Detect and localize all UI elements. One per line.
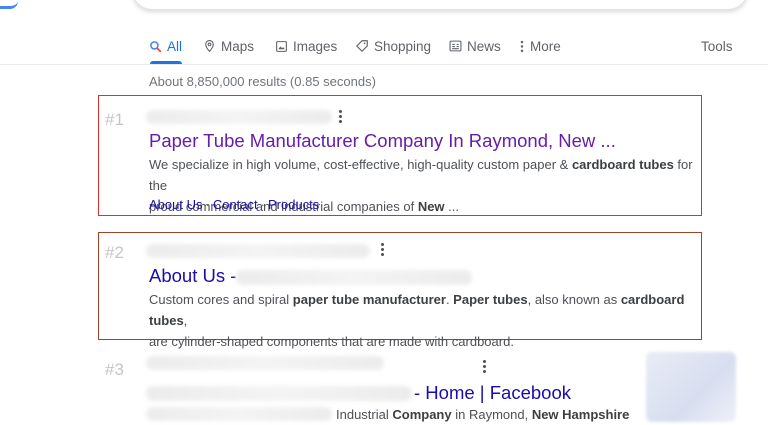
sitelink-separator: · xyxy=(260,197,265,212)
result-title-3[interactable]: - Home | Facebook xyxy=(414,382,571,404)
tab-shopping[interactable]: Shopping xyxy=(355,36,431,56)
snippet-line: Industrial Company in Raymond, New Hamps… xyxy=(336,407,630,422)
blurred-url xyxy=(146,244,370,258)
tab-label: News xyxy=(467,38,501,54)
tab-more[interactable]: More xyxy=(519,36,561,56)
sitelink-products[interactable]: Products xyxy=(268,197,319,212)
sitelinks: About Us · Contact · Products xyxy=(149,197,319,212)
tools-label: Tools xyxy=(701,38,733,54)
blurred-url xyxy=(146,356,384,370)
more-options-icon[interactable] xyxy=(381,243,385,257)
sitelink-about-us[interactable]: About Us xyxy=(149,197,202,212)
search-tabs: All Maps Images Shopping News More Tools xyxy=(0,30,768,64)
result-snippet-2: Custom cores and spiral paper tube manuf… xyxy=(149,289,697,352)
result-thumbnail[interactable] xyxy=(646,352,736,422)
blurred-snippet-text xyxy=(146,407,332,421)
snippet-line: Custom cores and spiral paper tube manuf… xyxy=(149,292,685,328)
sitelink-contact[interactable]: Contact xyxy=(213,197,258,212)
tabs-divider xyxy=(0,64,768,65)
google-logo-fragment[interactable] xyxy=(0,0,18,9)
rank-label: #1 xyxy=(105,110,124,129)
tab-label: All xyxy=(167,38,183,54)
tab-label: Images xyxy=(293,38,338,54)
blurred-title-text xyxy=(236,270,472,285)
tab-label: Shopping xyxy=(374,38,432,54)
result-title-2[interactable]: About Us - xyxy=(149,265,236,287)
tab-images[interactable]: Images xyxy=(275,36,337,56)
result-stats: About 8,850,000 results (0.85 seconds) xyxy=(149,74,376,89)
more-vert-icon xyxy=(519,40,525,53)
search-bar[interactable] xyxy=(132,0,748,10)
tab-news[interactable]: News xyxy=(449,36,501,56)
snippet-line: are cylinder-shaped components that are … xyxy=(149,334,514,349)
more-options-icon[interactable] xyxy=(483,360,487,374)
blurred-title-text xyxy=(146,386,412,401)
blurred-url xyxy=(146,110,332,124)
rank-label: #2 xyxy=(105,243,124,262)
news-icon xyxy=(449,40,462,52)
result-title-1[interactable]: Paper Tube Manufacturer Company In Raymo… xyxy=(149,130,616,152)
tab-maps[interactable]: Maps xyxy=(203,36,254,56)
more-options-icon[interactable] xyxy=(339,110,343,124)
result-snippet-3: Industrial Company in Raymond, New Hamps… xyxy=(336,404,636,425)
search-icon xyxy=(149,40,162,53)
snippet-line: We specialize in high volume, cost-effec… xyxy=(149,157,693,193)
tools-button[interactable]: Tools xyxy=(701,36,733,56)
image-icon xyxy=(275,40,288,53)
tag-icon xyxy=(355,39,369,53)
map-pin-icon xyxy=(203,39,216,53)
rank-label: #3 xyxy=(105,360,124,379)
tab-all[interactable]: All xyxy=(149,36,182,56)
sitelink-separator: · xyxy=(205,197,210,212)
tab-label: More xyxy=(530,38,561,54)
tab-label: Maps xyxy=(221,38,255,54)
